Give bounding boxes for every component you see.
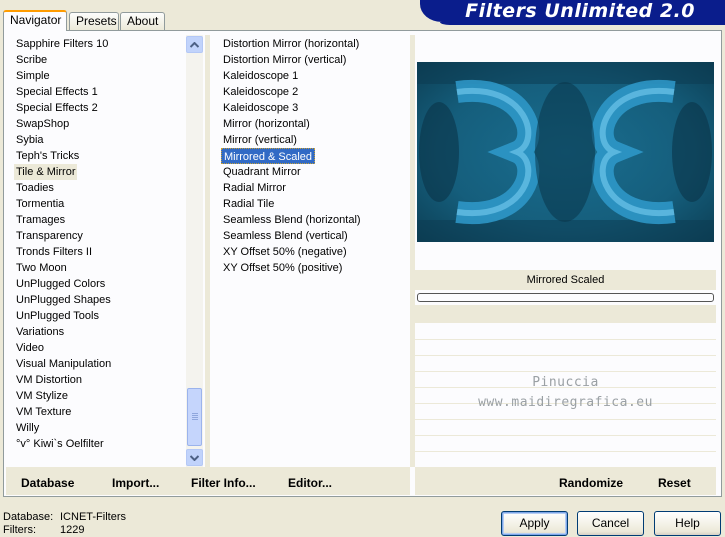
category-item[interactable]: Special Effects 1: [14, 84, 100, 100]
import-button[interactable]: Import...: [112, 475, 159, 491]
app-title: Filters Unlimited 2.0: [465, 0, 695, 22]
category-item[interactable]: Simple: [14, 68, 52, 84]
category-list[interactable]: Sapphire Filters 10 Scribe Simple Special E…: [6, 35, 186, 467]
filter-item[interactable]: Distortion Mirror (vertical): [221, 52, 348, 68]
category-item[interactable]: Tile & Mirror: [14, 164, 78, 180]
category-item[interactable]: VM Texture: [14, 404, 73, 420]
category-item[interactable]: VM Distortion: [14, 372, 84, 388]
editor-button[interactable]: Editor...: [288, 475, 332, 491]
preview-pane: Mirrored Scaled Pinuccia www.maidiregraf…: [415, 35, 716, 467]
watermark: Pinuccia www.maidiregrafica.eu: [415, 373, 716, 413]
database-info: Database: ICNET-Filters Filters: 1229: [3, 511, 126, 537]
filter-item[interactable]: XY Offset 50% (positive): [221, 260, 344, 276]
randomize-button[interactable]: Randomize: [559, 475, 623, 491]
filter-info-button[interactable]: Filter Info...: [191, 475, 256, 491]
watermark-url: www.maidiregrafica.eu: [478, 395, 653, 410]
category-item[interactable]: Scribe: [14, 52, 49, 68]
progress-bar: [417, 293, 714, 302]
chevron-down-icon: [190, 454, 199, 461]
filters-count: 1229: [60, 524, 85, 536]
category-item[interactable]: Toadies: [14, 180, 56, 196]
tab-presets[interactable]: Presets: [69, 12, 119, 30]
preview-image: [417, 62, 714, 242]
category-item[interactable]: UnPlugged Colors: [14, 276, 107, 292]
category-item[interactable]: Video: [14, 340, 46, 356]
category-item[interactable]: Two Moon: [14, 260, 69, 276]
separator: [415, 339, 716, 340]
tab-about[interactable]: About: [120, 12, 165, 30]
category-item[interactable]: Willy: [14, 420, 41, 436]
scroll-thumb[interactable]: [187, 388, 202, 446]
filter-item[interactable]: Seamless Blend (vertical): [221, 228, 350, 244]
category-item[interactable]: Tramages: [14, 212, 67, 228]
chevron-up-icon: [190, 41, 199, 48]
filter-item[interactable]: Radial Mirror: [221, 180, 288, 196]
scroll-up-button[interactable]: [186, 36, 203, 53]
category-item[interactable]: SwapShop: [14, 116, 71, 132]
app-title-banner: Filters Unlimited 2.0: [420, 0, 725, 22]
filter-item[interactable]: Mirror (vertical): [221, 132, 299, 148]
filter-item[interactable]: Seamless Blend (horizontal): [221, 212, 363, 228]
category-item[interactable]: VM Stylize: [14, 388, 70, 404]
category-item[interactable]: Transparency: [14, 228, 85, 244]
database-label: Database:: [3, 511, 54, 523]
column-divider: [205, 35, 210, 467]
left-button-strip: Database Import... Filter Info... Editor…: [6, 467, 410, 495]
category-item[interactable]: Sapphire Filters 10: [14, 36, 110, 52]
filter-item[interactable]: Mirror (horizontal): [221, 116, 312, 132]
filter-item[interactable]: Quadrant Mirror: [221, 164, 303, 180]
right-button-strip: Randomize Reset: [415, 467, 716, 495]
help-button[interactable]: Help: [654, 511, 721, 536]
banner-stripe: [440, 22, 725, 25]
category-item[interactable]: Special Effects 2: [14, 100, 100, 116]
filter-item[interactable]: Kaleidoscope 2: [221, 84, 300, 100]
category-item[interactable]: Visual Manipulation: [14, 356, 113, 372]
category-item[interactable]: UnPlugged Shapes: [14, 292, 113, 308]
watermark-author: Pinuccia: [532, 375, 599, 390]
filter-item[interactable]: XY Offset 50% (negative): [221, 244, 349, 260]
category-item[interactable]: Tormentia: [14, 196, 66, 212]
category-item[interactable]: °v° Kiwi`s Oelfilter: [14, 436, 106, 452]
tab-navigator[interactable]: Navigator: [3, 10, 67, 31]
filter-item[interactable]: Kaleidoscope 3: [221, 100, 300, 116]
separator: [415, 435, 716, 436]
category-item[interactable]: Tronds Filters II: [14, 244, 94, 260]
filter-list[interactable]: Distortion Mirror (horizontal) Distortion…: [213, 35, 410, 467]
cancel-button[interactable]: Cancel: [577, 511, 644, 536]
filter-item[interactable]: Distortion Mirror (horizontal): [221, 36, 361, 52]
filters-label: Filters:: [3, 524, 36, 536]
grip-icon: [192, 413, 198, 421]
database-button[interactable]: Database: [21, 475, 74, 491]
category-item[interactable]: Variations: [14, 324, 66, 340]
category-item[interactable]: UnPlugged Tools: [14, 308, 101, 324]
category-item[interactable]: Sybia: [14, 132, 46, 148]
apply-button[interactable]: Apply: [501, 511, 568, 536]
separator: [415, 419, 716, 420]
database-value: ICNET-Filters: [60, 511, 126, 523]
category-scrollbar[interactable]: [186, 35, 203, 467]
reset-button[interactable]: Reset: [658, 475, 691, 491]
separator: [415, 371, 716, 372]
filter-item[interactable]: Mirrored & Scaled: [221, 148, 316, 164]
scroll-down-button[interactable]: [186, 449, 203, 466]
category-item[interactable]: Teph's Tricks: [14, 148, 81, 164]
parameter-area: [415, 305, 716, 323]
separator: [415, 355, 716, 356]
filter-item[interactable]: Radial Tile: [221, 196, 276, 212]
selected-filter-name: Mirrored Scaled: [415, 270, 716, 290]
separator: [415, 451, 716, 452]
filter-item[interactable]: Kaleidoscope 1: [221, 68, 300, 84]
